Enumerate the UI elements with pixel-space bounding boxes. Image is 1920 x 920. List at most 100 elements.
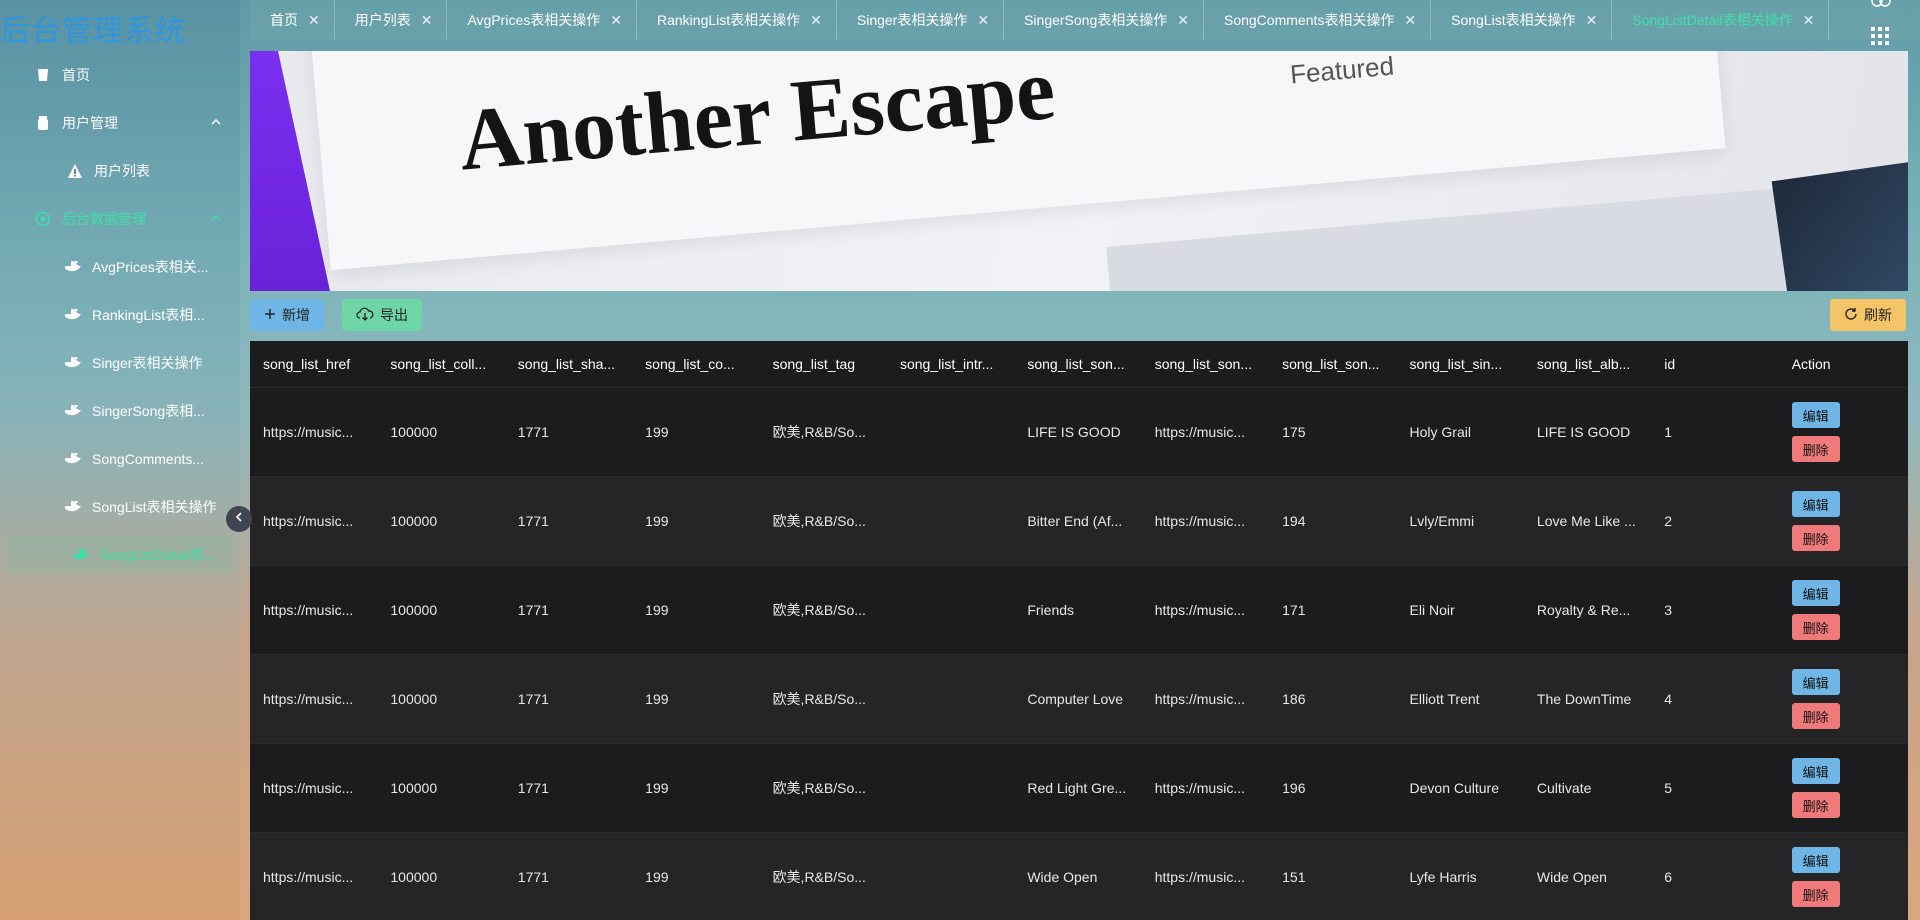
delete-button[interactable]: 删除 [1791,703,1840,729]
tab-user-list[interactable]: 用户列表 ✕ [335,0,448,40]
warning-icon [66,162,84,180]
edit-button[interactable]: 编辑 [1791,491,1840,517]
sidebar-collapse-button[interactable] [226,506,252,532]
table-cell: 100000 [390,602,438,618]
close-icon[interactable]: ✕ [1803,12,1815,29]
table-cell: 欧美,R&B/So... [772,691,866,707]
sidebar-item-user-list[interactable]: 用户列表 [0,151,232,191]
sidebar-item-singersong[interactable]: SingerSong表相... [0,391,232,431]
edit-button[interactable]: 编辑 [1791,669,1840,695]
close-icon[interactable]: ✕ [977,12,989,29]
column-header[interactable]: song_list_intr... [887,356,1014,372]
column-header[interactable]: song_list_sha... [505,356,632,372]
column-header[interactable]: song_list_href [250,356,377,372]
delete-button[interactable]: 删除 [1791,792,1840,818]
table-cell: Love Me Like ... [1536,513,1636,529]
export-button[interactable]: 导出 [342,299,422,331]
column-header[interactable]: song_list_co... [632,356,759,372]
column-header[interactable]: song_list_coll... [377,356,504,372]
row-action-group: 编辑 删除 [1791,580,1908,640]
table-row[interactable]: https://music... 100000 1771 199 欧美,R&B/So..… [250,477,1908,566]
row-actions: 编辑 删除 [1779,847,1908,907]
tab-label: SongComments表相关操作 [1223,12,1395,28]
close-icon[interactable]: ✕ [1404,12,1416,29]
chevron-up-icon [210,115,222,131]
table-row[interactable]: https://music... 100000 1771 199 欧美,R&B/So..… [250,833,1908,920]
edit-button[interactable]: 编辑 [1791,402,1840,428]
tab-singer[interactable]: Singer表相关操作 ✕ [837,0,1005,40]
column-header[interactable]: song_list_tag [760,356,887,372]
sidebar-item-home[interactable]: 首页 [0,55,232,95]
column-header[interactable]: song_list_sin... [1397,356,1524,372]
close-icon[interactable]: ✕ [1586,12,1598,29]
edit-button[interactable]: 编辑 [1791,847,1840,873]
close-icon[interactable]: ✕ [1177,12,1189,29]
column-header[interactable]: id [1651,356,1778,372]
sidebar-item-songcomments[interactable]: SongComments... [0,439,232,479]
table-cell: 1771 [517,424,549,440]
sidebar-item-songlist[interactable]: SongList表相关操作 [0,487,232,527]
banner-laptop [1771,161,1908,291]
column-header[interactable]: song_list_alb... [1524,356,1651,372]
table-cell: 194 [1282,513,1306,529]
table-cell: Bitter End (Af... [1027,513,1123,529]
table-cell: https://music... [263,691,354,707]
delete-button[interactable]: 删除 [1791,881,1840,907]
add-button[interactable]: 新增 [250,299,324,331]
column-header[interactable]: song_list_son... [1269,356,1396,372]
sidebar-item-rankinglist[interactable]: RankingList表相... [0,295,232,335]
delete-button[interactable]: 删除 [1791,525,1840,551]
table-cell: https://music... [1154,513,1245,529]
rings-icon[interactable] [1870,0,1892,13]
tab-singersong[interactable]: SingerSong表相关操作 ✕ [1004,0,1204,40]
sidebar-item-avgprices[interactable]: AvgPrices表相关... [0,247,232,287]
bottle-icon [34,114,52,132]
table-cell: Lvly/Emmi [1409,513,1475,529]
table-cell: 199 [645,513,669,529]
table-cell: https://music... [263,869,354,885]
column-header[interactable]: song_list_son... [1142,356,1269,372]
edit-button[interactable]: 编辑 [1791,758,1840,784]
grid-menu-icon[interactable] [1870,26,1890,51]
tab-home[interactable]: 首页 ✕ [250,0,335,40]
column-header[interactable]: song_list_son... [1014,356,1141,372]
table-row[interactable]: https://music... 100000 1771 199 欧美,R&B/So..… [250,388,1908,477]
row-actions: 编辑 删除 [1779,491,1908,551]
tab-songlistdetail[interactable]: SongListDetail表相关操作 ✕ [1612,0,1830,40]
table-cell: Wide Open [1027,869,1098,885]
table-cell: 100000 [390,869,438,885]
table-cell: 199 [645,780,669,796]
delete-button[interactable]: 删除 [1791,436,1840,462]
sidebar-item-user-management[interactable]: 用户管理 [0,103,232,143]
tab-avgprices[interactable]: AvgPrices表相关操作 ✕ [447,0,637,40]
table-row[interactable]: https://music... 100000 1771 199 欧美,R&B/So..… [250,744,1908,833]
tab-songcomments[interactable]: SongComments表相关操作 ✕ [1204,0,1432,40]
sidebar-item-label: RankingList表相... [92,307,205,323]
table-cell: https://music... [263,780,354,796]
table-cell: 175 [1282,424,1306,440]
table-cell: https://music... [1154,869,1245,885]
delete-button[interactable]: 删除 [1791,614,1840,640]
table-cell: 1771 [517,691,549,707]
table-cell: 5 [1664,780,1673,796]
table-cell: 100000 [390,513,438,529]
table-row[interactable]: https://music... 100000 1771 199 欧美,R&B/So..… [250,655,1908,744]
banner-carousel[interactable]: Another Escape Featured [250,51,1908,291]
table-cell: 151 [1282,869,1306,885]
table-cell: LIFE IS GOOD [1536,424,1631,440]
close-icon[interactable]: ✕ [308,12,320,29]
table-row[interactable]: https://music... 100000 1771 199 欧美,R&B/So..… [250,566,1908,655]
row-action-group: 编辑 删除 [1791,669,1908,729]
close-icon[interactable]: ✕ [421,12,433,29]
plus-icon [264,307,276,323]
tab-rankinglist[interactable]: RankingList表相关操作 ✕ [637,0,837,40]
close-icon[interactable]: ✕ [810,12,822,29]
tab-songlist[interactable]: SongList表相关操作 ✕ [1431,0,1613,40]
edit-button[interactable]: 编辑 [1791,580,1840,606]
whale-icon [64,306,82,324]
sidebar-item-data-management[interactable]: 后台数据管理 [0,199,232,239]
sidebar-item-singer[interactable]: Singer表相关操作 [0,343,232,383]
refresh-button[interactable]: 刷新 [1830,299,1906,331]
close-icon[interactable]: ✕ [610,12,622,29]
sidebar-item-songlistdetail[interactable]: SongListDetail表... [8,535,232,575]
